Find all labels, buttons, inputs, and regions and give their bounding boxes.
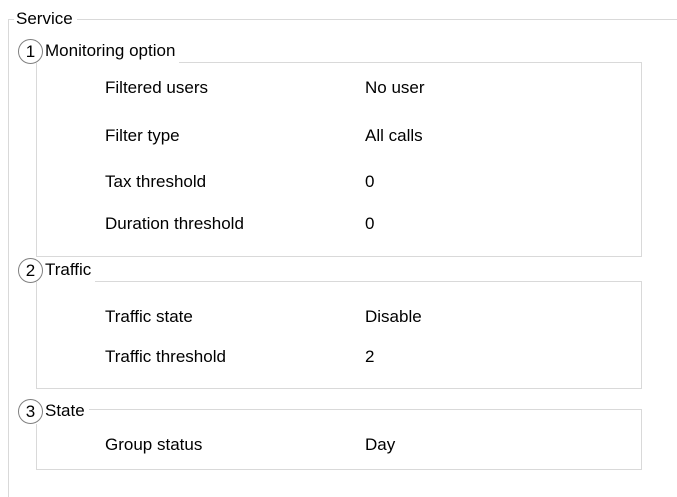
filtered-users-label: Filtered users (105, 78, 208, 97)
monitoring-option-title: Monitoring option (45, 41, 176, 60)
number-1-badge-icon: 1 (18, 38, 43, 64)
service-groupbox-left-border (8, 19, 9, 497)
traffic-threshold-value: 2 (365, 347, 375, 366)
duration-threshold-label: Duration threshold (105, 214, 244, 233)
traffic-state-label: Traffic state (105, 307, 193, 326)
service-groupbox-top-border (8, 19, 677, 20)
traffic-title: Traffic (45, 260, 92, 279)
group-status-value: Day (365, 435, 396, 454)
tax-threshold-value: 0 (365, 172, 375, 191)
monitoring-option-legend: 1 Monitoring option (18, 38, 180, 64)
filtered-users-value: No user (365, 78, 425, 97)
state-legend: 3 State (18, 398, 89, 424)
group-status-label: Group status (105, 435, 203, 454)
number-3-badge-icon: 3 (18, 398, 43, 424)
number-2-badge-icon: 2 (18, 257, 43, 283)
traffic-legend: 2 Traffic (18, 257, 96, 283)
traffic-state-value: Disable (365, 307, 422, 326)
duration-threshold-value: 0 (365, 214, 375, 233)
tax-threshold-label: Tax threshold (105, 172, 207, 191)
filter-type-label: Filter type (105, 126, 180, 145)
filter-type-value: All calls (365, 126, 423, 145)
service-groupbox-title: Service (14, 8, 77, 30)
traffic-threshold-label: Traffic threshold (105, 347, 226, 366)
state-title: State (45, 401, 85, 420)
traffic-groupbox (36, 281, 642, 389)
